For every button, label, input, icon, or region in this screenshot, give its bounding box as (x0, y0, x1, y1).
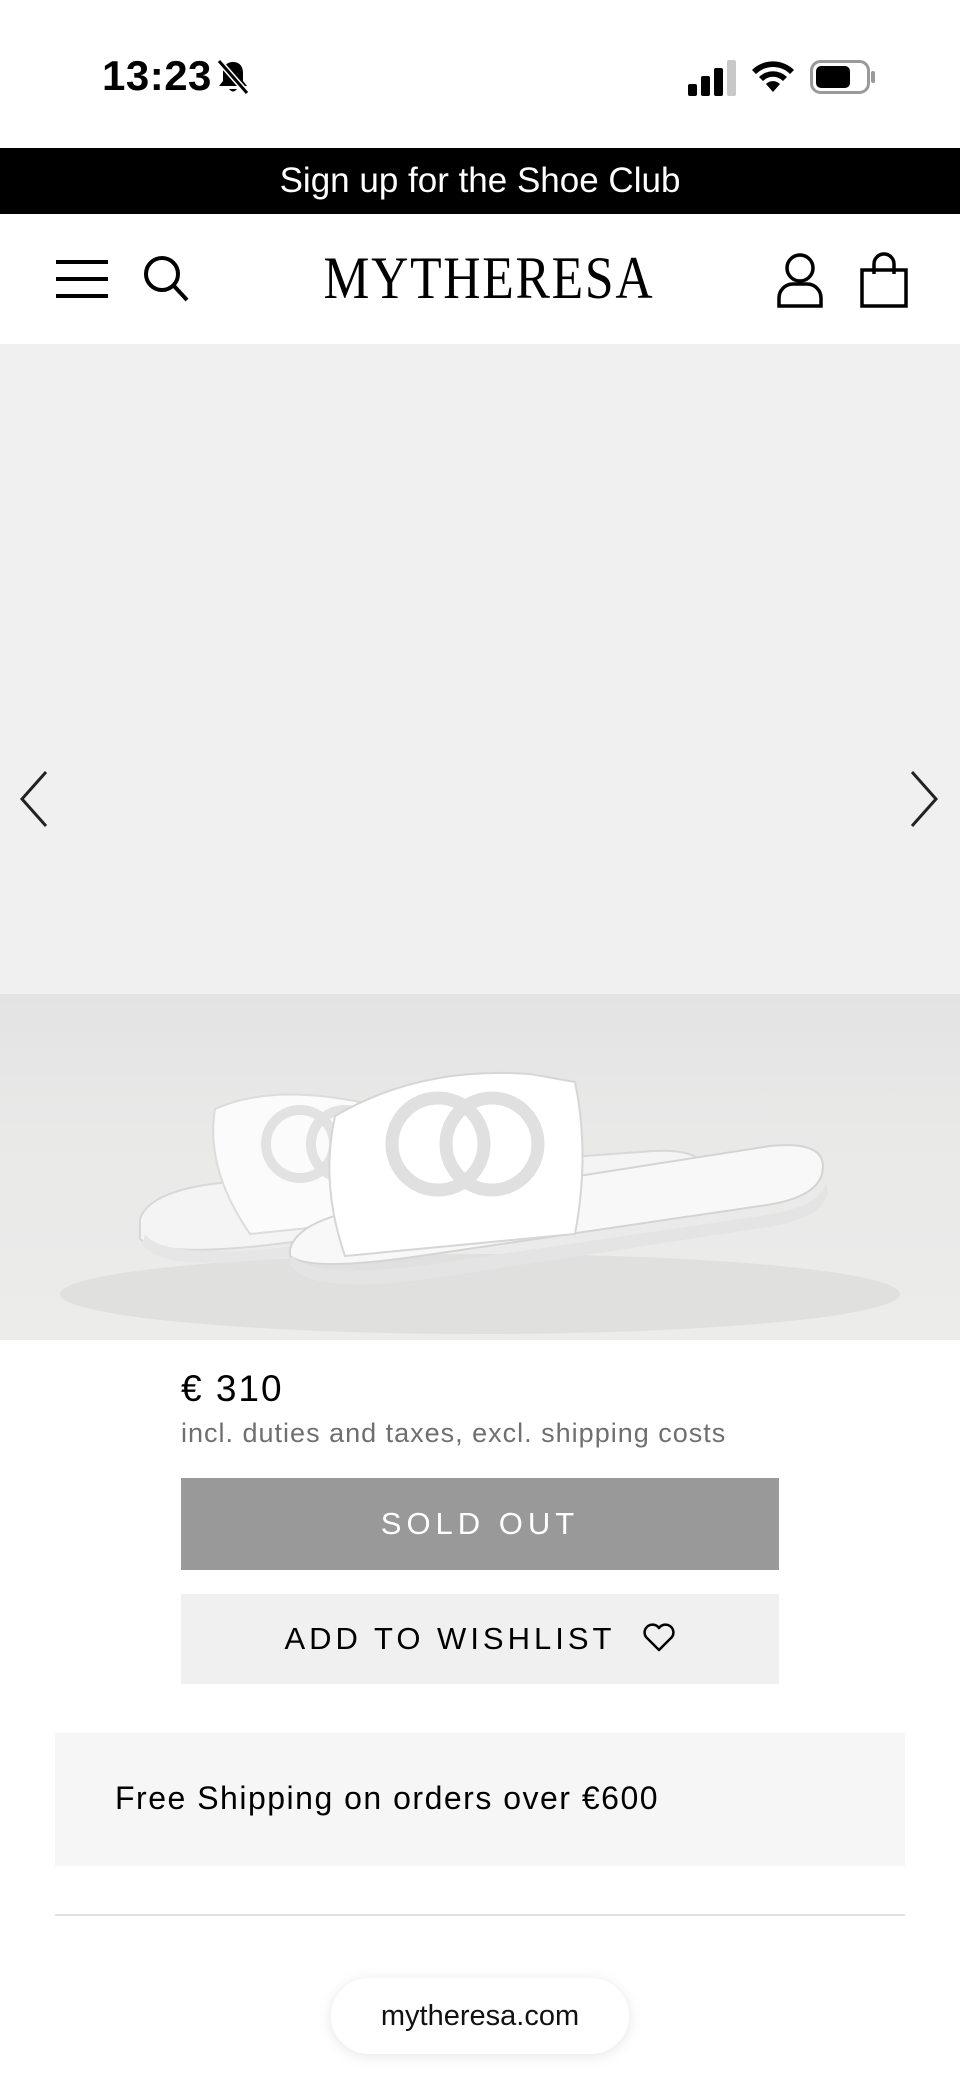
cellular-signal-icon (688, 60, 736, 96)
search-icon[interactable] (142, 254, 190, 304)
wifi-icon (752, 61, 794, 92)
site-header: MYTHERESA (0, 214, 960, 344)
browser-url-bar[interactable]: mytheresa.com (331, 1978, 629, 2054)
status-bar: 13:23 (0, 0, 960, 148)
shopping-bag-icon[interactable] (858, 252, 910, 308)
divider (55, 1914, 905, 1916)
sold-out-button: SOLD OUT (181, 1478, 779, 1570)
mytheresa-logo[interactable]: MYTHERESA (323, 248, 652, 308)
chevron-right-icon[interactable] (904, 764, 944, 834)
chevron-left-icon[interactable] (14, 764, 54, 834)
shoe-club-banner[interactable]: Sign up for the Shoe Club (0, 148, 960, 214)
tax-note: incl. duties and taxes, excl. shipping c… (181, 1418, 727, 1448)
battery-icon (810, 60, 875, 94)
status-time: 13:23 (102, 52, 212, 99)
white-slide-sandals-image (60, 1071, 900, 1334)
wishlist-label: ADD TO WISHLIST (284, 1621, 615, 1656)
product-image-gallery[interactable] (0, 344, 960, 1340)
product-price: € 310 (181, 1368, 284, 1409)
bell-slash-icon (216, 59, 250, 95)
free-shipping-text: Free Shipping on orders over €600 (115, 1780, 660, 1816)
free-shipping-notice: Free Shipping on orders over €600 (55, 1733, 905, 1866)
product-photo (0, 994, 960, 1340)
account-icon[interactable] (776, 252, 824, 308)
hamburger-menu-icon[interactable] (54, 258, 110, 300)
heart-icon (642, 1623, 675, 1652)
add-to-wishlist-button[interactable]: ADD TO WISHLIST (181, 1594, 779, 1684)
